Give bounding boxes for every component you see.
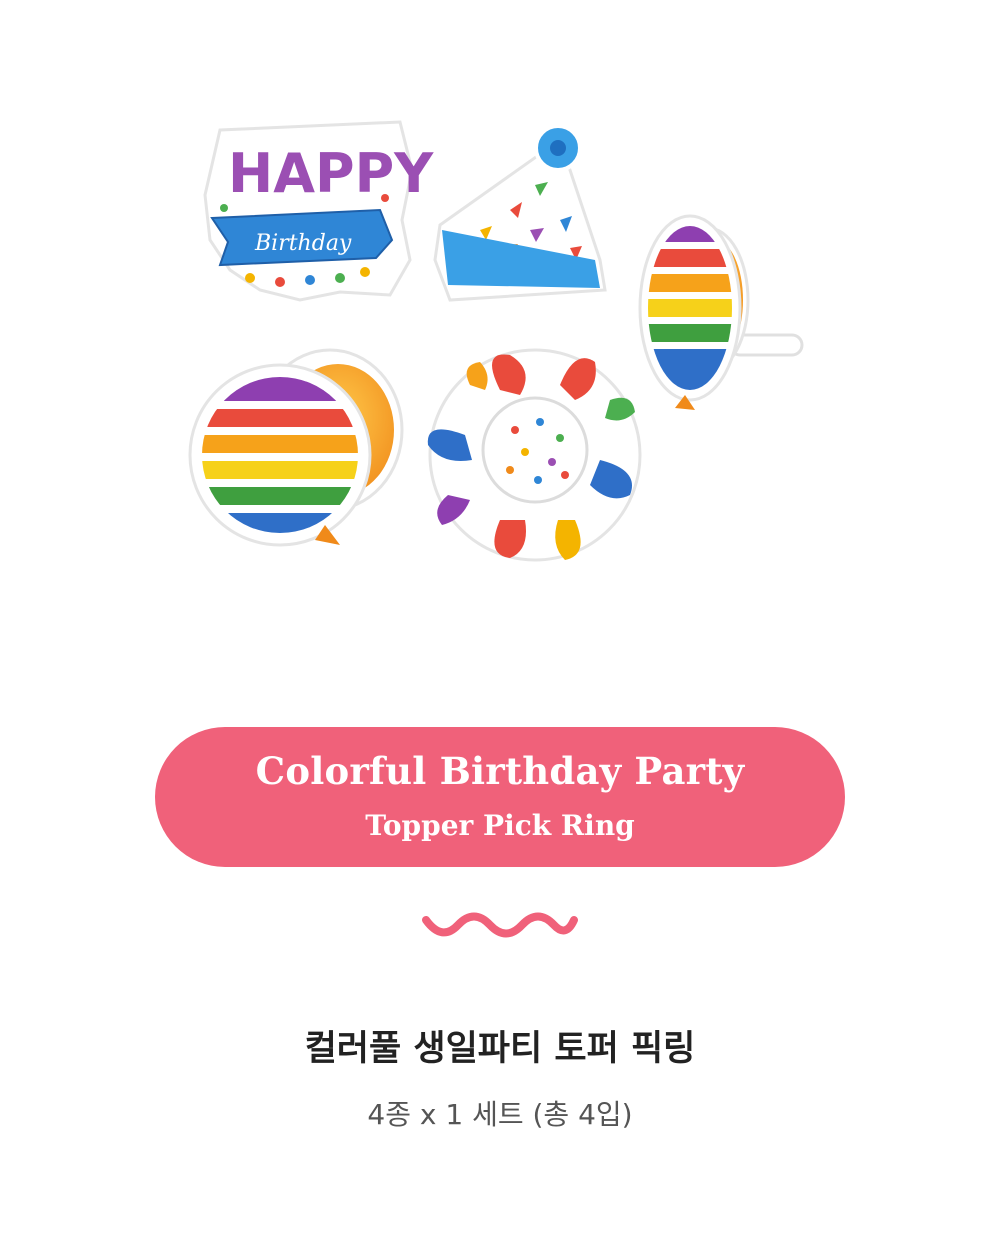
product-detail-page: HAPPY Birthday Colorful Birthday Party T… [0,0,1000,1244]
party-hat-topper [433,124,607,302]
small-balloon-topper [638,214,804,410]
banner-title: Colorful Birthday Party [255,749,745,793]
striped-balloon-topper [188,348,404,547]
wavy-line-icon [422,912,578,938]
product-set-description: 4종 x 1 세트 (총 4입) [367,1098,633,1131]
product-korean-name: 컬러풀 생일파티 토퍼 픽링 [304,1029,696,1069]
banner-subtitle: Topper Pick Ring [365,809,635,842]
product-name-banner: Colorful Birthday Party Topper Pick Ring [155,727,845,867]
birthday-text: Birthday [254,231,352,256]
happy-text: HAPPY [228,142,434,205]
ribbon-burst-topper [427,348,642,562]
happy-birthday-topper: HAPPY Birthday [203,120,434,302]
product-photo: HAPPY Birthday [188,120,804,562]
